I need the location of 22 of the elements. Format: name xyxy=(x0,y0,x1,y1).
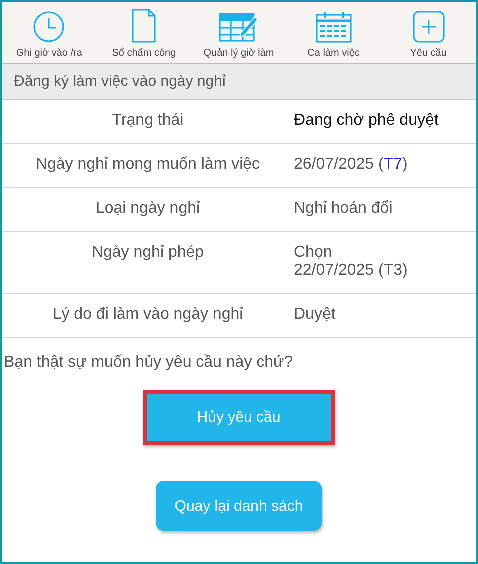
field-value: Nghỉ hoán đổi xyxy=(293,200,394,218)
plus-icon xyxy=(412,11,445,43)
field-value: Đang chờ phê duyệt xyxy=(293,112,440,130)
section-title: Đăng ký làm việc vào ngày nghỉ xyxy=(14,73,226,90)
nav-item[interactable]: Ca làm việc xyxy=(308,48,360,59)
confirm-question: Bạn thật sự muốn hủy yêu cầu này chứ? xyxy=(4,354,294,372)
field-label: Lý do đi làm vào ngày nghỉ xyxy=(52,306,244,324)
calendar-icon xyxy=(316,11,352,43)
field-label: Ngày nghỉ mong muốn làm việc xyxy=(34,156,260,174)
nav-item[interactable]: Yêu cầu xyxy=(410,48,447,59)
document-icon xyxy=(132,9,156,43)
clock-icon xyxy=(33,11,66,43)
nav-item[interactable]: Sổ chấm công xyxy=(112,48,176,59)
field-value: Chọn 22/07/2025 (T3) xyxy=(293,244,409,280)
field-label: Ngày nghỉ phép xyxy=(90,244,204,263)
table-edit-icon xyxy=(218,11,259,43)
field-value: 26/07/2025 (T7) xyxy=(293,156,409,174)
nav-item[interactable]: Quản lý giờ làm xyxy=(204,48,274,59)
nav-item[interactable]: Ghi giờ vào /ra xyxy=(16,48,82,59)
field-label: Trạng thái xyxy=(111,112,184,130)
field-label: Loại ngày nghỉ xyxy=(94,200,200,218)
field-value: Duyệt xyxy=(293,306,337,324)
